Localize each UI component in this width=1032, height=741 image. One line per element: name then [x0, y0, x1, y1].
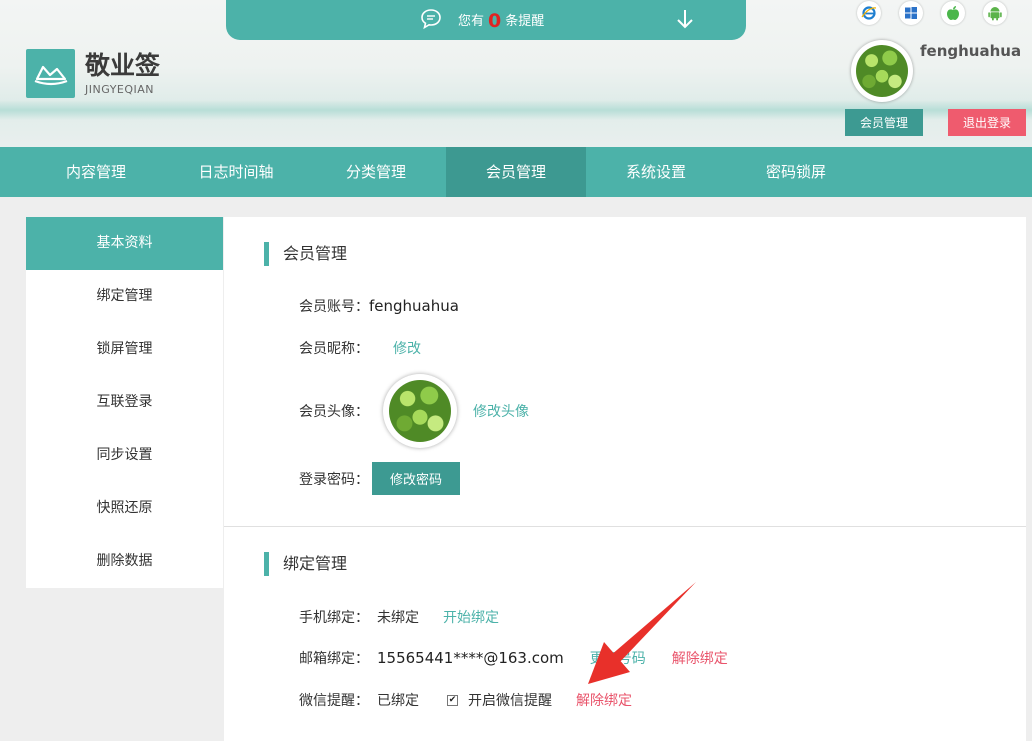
phone-label: 手机绑定： [299, 610, 369, 626]
sidebar-item-sync-settings[interactable]: 同步设置 [26, 429, 223, 482]
change-password-button[interactable]: 修改密码 [372, 462, 460, 495]
main-nav: 内容管理 日志时间轴 分类管理 会员管理 系统设置 密码锁屏 [0, 147, 1032, 197]
brand-subtitle: JINGYEQIAN [85, 82, 155, 96]
reminder-count: 0 [488, 10, 502, 32]
edit-nickname-link[interactable]: 修改 [393, 338, 421, 358]
ie-icon[interactable] [857, 1, 881, 25]
user-avatar[interactable] [851, 40, 913, 102]
nav-category-management[interactable]: 分类管理 [306, 147, 446, 197]
nav-log-timeline[interactable]: 日志时间轴 [166, 147, 306, 197]
annotation-arrow-icon [588, 582, 696, 684]
account-value: fenghuahua [369, 297, 459, 315]
chat-bubble-icon [419, 7, 443, 35]
member-section-title: 会员管理 [264, 242, 347, 266]
nav-content-management[interactable]: 内容管理 [26, 147, 166, 197]
logo[interactable]: 敬业签 JINGYEQIAN [26, 49, 160, 98]
android-icon[interactable] [983, 1, 1007, 25]
logout-button[interactable]: 退出登录 [948, 109, 1026, 136]
sidebar: 基本资料 绑定管理 锁屏管理 互联登录 同步设置 快照还原 删除数据 [26, 217, 223, 588]
sidebar-item-snapshot-restore[interactable]: 快照还原 [26, 482, 223, 535]
wechat-status: 已绑定 [377, 693, 419, 709]
wechat-unbind-link[interactable]: 解除绑定 [576, 690, 632, 710]
logo-icon [26, 49, 75, 98]
sidebar-item-connect-login[interactable]: 互联登录 [26, 376, 223, 429]
platform-links [857, 1, 1007, 25]
reminder-banner[interactable]: 您有 0 条提醒 [226, 0, 746, 40]
avatar-label: 会员头像： [299, 404, 369, 420]
sidebar-item-binding[interactable]: 绑定管理 [26, 270, 223, 323]
windows-icon[interactable] [899, 1, 923, 25]
phone-status: 未绑定 [377, 610, 419, 626]
member-avatar[interactable] [383, 374, 457, 448]
reminder-text: 您有 0 条提醒 [458, 10, 545, 32]
nickname-label: 会员昵称： [299, 341, 369, 357]
member-section: 会员管理 会员账号： fenghuahua 会员昵称： 修改 会员头像： 修改头… [224, 217, 1026, 526]
wechat-reminder-checkbox[interactable]: ✔ [447, 694, 458, 706]
wechat-reminder-label[interactable]: 开启微信提醒 [468, 690, 552, 710]
password-label: 登录密码： [299, 471, 369, 488]
password-row: 登录密码： 修改密码 [299, 462, 460, 495]
nav-member-management[interactable]: 会员管理 [446, 147, 586, 197]
avatar-image [855, 44, 909, 98]
nav-system-settings[interactable]: 系统设置 [586, 147, 726, 197]
brand-title: 敬业签 [85, 50, 161, 80]
sidebar-item-lock-screen[interactable]: 锁屏管理 [26, 323, 223, 376]
account-label: 会员账号： [299, 299, 369, 315]
member-management-button[interactable]: 会员管理 [845, 109, 923, 136]
start-binding-link[interactable]: 开始绑定 [443, 607, 499, 627]
edit-avatar-link[interactable]: 修改头像 [473, 401, 529, 421]
sidebar-item-delete-data[interactable]: 删除数据 [26, 535, 223, 588]
arrow-down-icon[interactable] [675, 8, 695, 34]
email-label: 邮箱绑定： [299, 651, 369, 667]
nav-password-lock[interactable]: 密码锁屏 [726, 147, 866, 197]
email-value: 15565441****@163.com [377, 649, 564, 667]
nickname-row: 会员昵称： 修改 [299, 338, 421, 358]
avatar-row: 会员头像： 修改头像 [299, 374, 529, 448]
apple-icon[interactable] [941, 1, 965, 25]
sidebar-item-basic-info[interactable]: 基本资料 [26, 217, 223, 270]
avatar-image [388, 379, 452, 443]
phone-binding-row: 手机绑定： 未绑定 开始绑定 [299, 607, 499, 627]
wechat-binding-row: 微信提醒： 已绑定 ✔ 开启微信提醒 解除绑定 [299, 690, 632, 710]
account-row: 会员账号： fenghuahua [299, 296, 459, 316]
header-username: fenghuahua [920, 42, 1022, 60]
header: 敬业签 JINGYEQIAN 您有 0 条提醒 fenghuahua 会员管理 … [0, 0, 1032, 147]
binding-section-title: 绑定管理 [264, 552, 347, 576]
wechat-label: 微信提醒： [299, 693, 369, 709]
